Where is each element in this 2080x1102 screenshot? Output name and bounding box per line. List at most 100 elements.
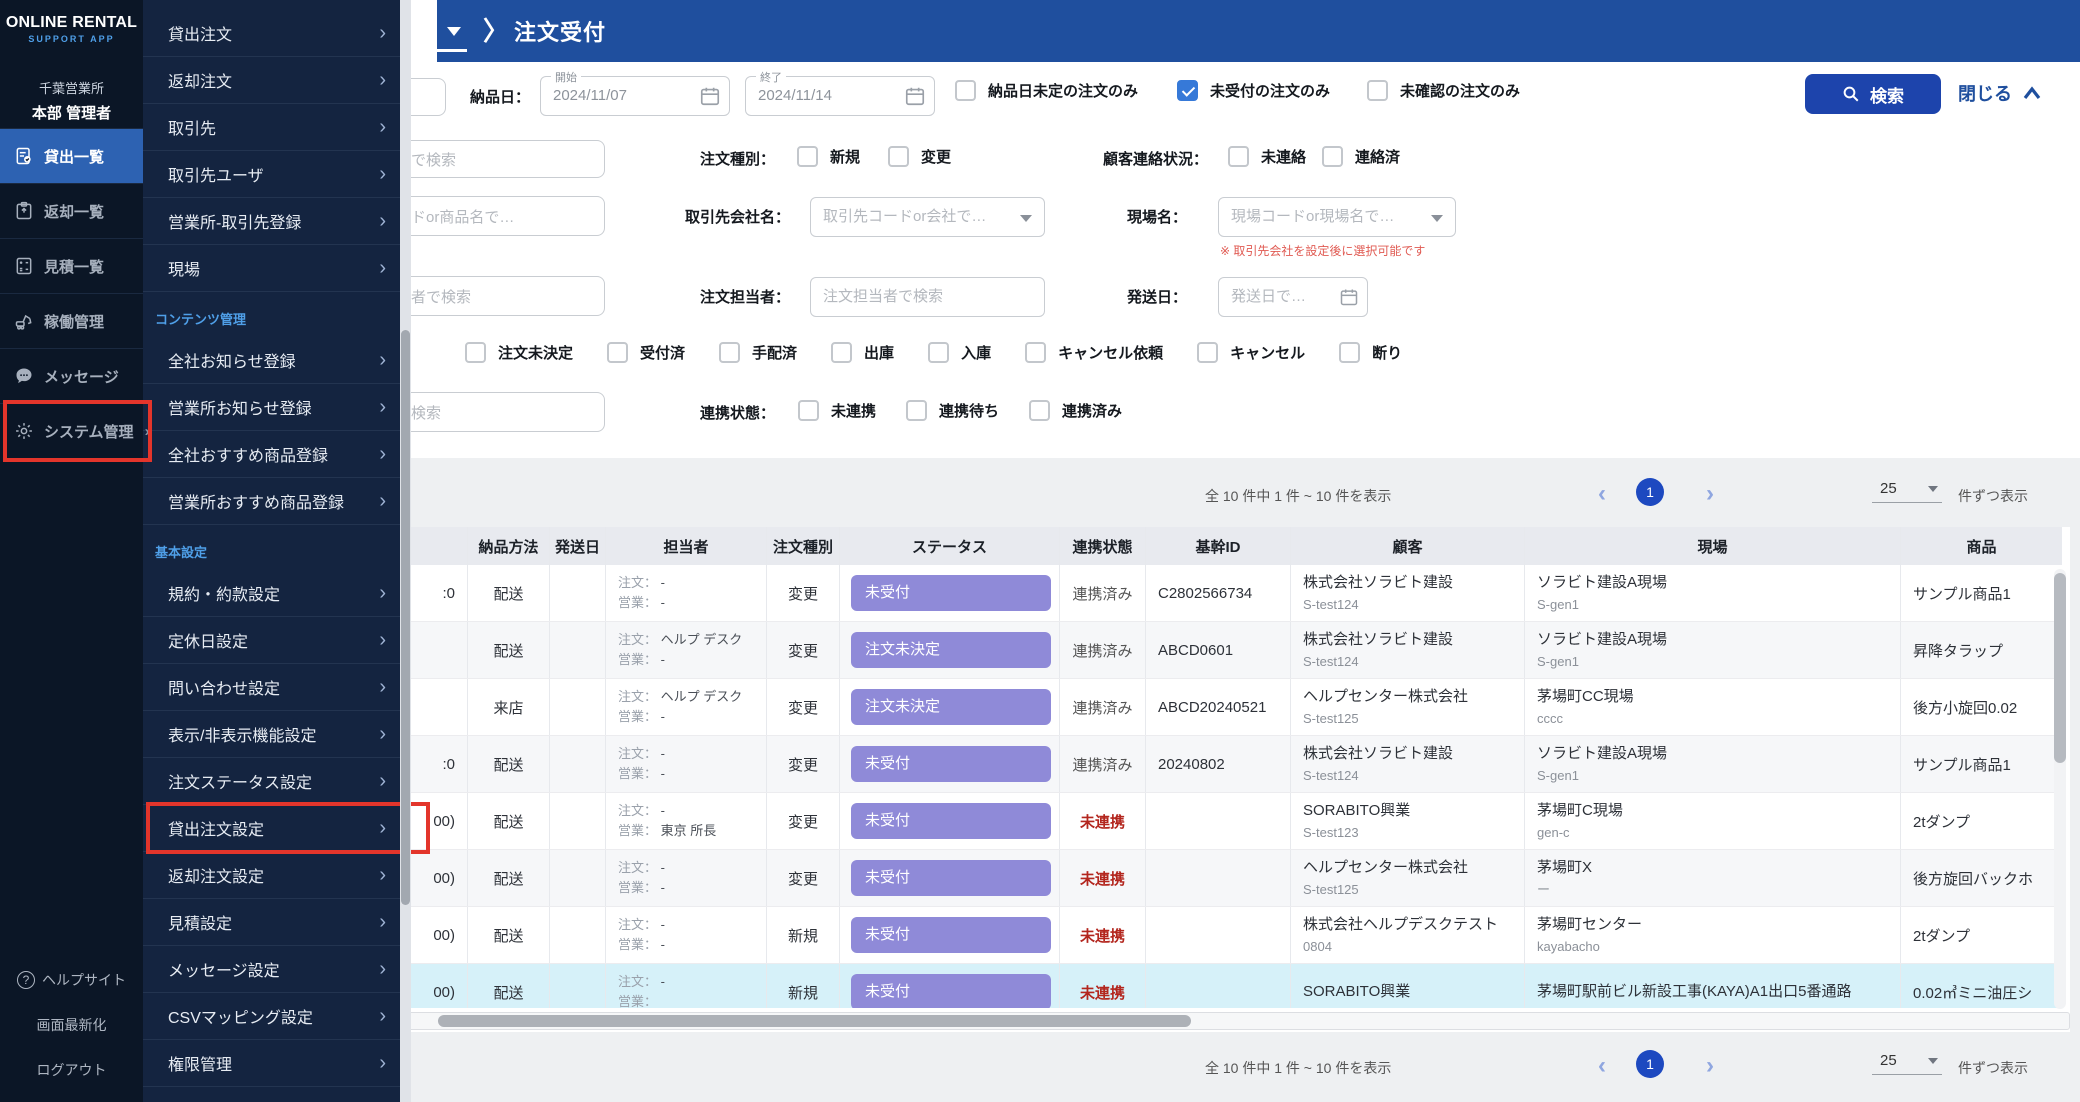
sidebar-item-lend-list[interactable]: 貸出一覧 <box>0 128 143 183</box>
table-vertical-scrollbar[interactable] <box>2054 569 2066 1009</box>
flyout-menu-item[interactable]: 規約・約款設定 › <box>143 570 400 617</box>
flyout-menu-item[interactable]: 返却注文 › <box>143 57 400 104</box>
next-page-button[interactable]: › <box>1706 1054 1714 1078</box>
status-checkbox[interactable]: 受付済 <box>607 342 685 363</box>
delivery-end-input[interactable]: 終了 2024/11/14 <box>745 69 935 116</box>
flyout-menu-item[interactable]: CSVマッピング設定 › <box>143 993 400 1040</box>
help-site-link[interactable]: ヘルプサイト <box>0 957 143 1002</box>
contact-status-checkbox[interactable]: 未連絡 <box>1228 146 1306 167</box>
status-checkbox[interactable]: 断り <box>1339 342 1402 363</box>
flyout-menu-item[interactable]: 返却注文設定 › <box>143 852 400 899</box>
search-button[interactable]: 検索 <box>1805 74 1941 114</box>
logout-link[interactable]: ログアウト <box>0 1047 143 1092</box>
person-order-label: 注文： <box>618 574 658 590</box>
status-badge[interactable]: 未受付 <box>851 974 1051 1008</box>
sidebar-item-operation[interactable]: 稼働管理 <box>0 293 143 348</box>
calendar-icon[interactable] <box>1339 287 1359 307</box>
calendar-icon[interactable] <box>904 85 926 107</box>
contact-status-checkbox[interactable]: 連絡済 <box>1322 146 1400 167</box>
chevron-right-icon: › <box>379 816 386 839</box>
prev-page-button[interactable]: ‹ <box>1598 482 1606 506</box>
flyout-menu-item[interactable]: 貸出注文 › <box>143 10 400 57</box>
flyout-menu-item[interactable]: 取引先ユーザ › <box>143 151 400 198</box>
current-page-button[interactable]: 1 <box>1636 478 1664 506</box>
table-row[interactable]: :0 配送 注文： - 営業： - 変更 未受付 連携済み <box>240 736 2062 793</box>
status-badge[interactable]: 未受付 <box>851 575 1051 611</box>
current-page-button[interactable]: 1 <box>1636 1050 1664 1078</box>
flyout-menu-item[interactable]: 見積設定 › <box>143 899 400 946</box>
status-checkbox[interactable]: 注文未決定 <box>465 342 573 363</box>
per-page-select-bottom[interactable]: 25 <box>1872 1052 1942 1075</box>
sidebar-item-estimate-list[interactable]: 見積一覧 <box>0 238 143 293</box>
link-status-checkbox[interactable]: 連携済み <box>1029 400 1122 421</box>
scrollbar-thumb[interactable] <box>438 1015 1191 1027</box>
flyout-item-label: 返却注文設定 <box>168 869 265 886</box>
table-row[interactable]: 00) 配送 注文： - 営業： 東京 所長 変更 未受付 未連携 SORABI… <box>240 793 2062 850</box>
order-person-input[interactable]: 注文担当者で検索 <box>810 277 1045 317</box>
chevron-right-icon: › <box>379 722 386 745</box>
chevron-right-icon: › <box>379 769 386 792</box>
flyout-menu-item[interactable]: 営業所-取引先登録 › <box>143 198 400 245</box>
flyout-menu-item[interactable]: 全社おすすめ商品登録 › <box>143 431 400 478</box>
flyout-menu-item[interactable]: メッセージ設定 › <box>143 946 400 993</box>
table-row[interactable]: 00) 配送 注文： - 営業： 新規 未受付 未連携 SORABITO興業 茅… <box>240 964 2062 1008</box>
sidebar-item-system-admin[interactable]: システム管理 › <box>0 400 152 462</box>
status-badge[interactable]: 未受付 <box>851 917 1051 953</box>
status-checkbox[interactable]: 出庫 <box>831 342 894 363</box>
site-name-select[interactable]: 現場コードor現場名で… <box>1218 197 1456 237</box>
scrollbar-thumb[interactable] <box>401 330 410 905</box>
table-header-row: 納品方法 発送日 担当者 注文種別 ステータス 連携状態 基幹ID 顧客 現場 … <box>240 527 2062 565</box>
status-badge[interactable]: 注文未決定 <box>851 632 1051 668</box>
checkbox-undated-orders[interactable]: 納品日未定の注文のみ <box>955 80 1138 101</box>
flyout-menu-item[interactable]: 表示/非表示機能設定 › <box>143 711 400 758</box>
status-badge[interactable]: 注文未決定 <box>851 689 1051 725</box>
calendar-icon[interactable] <box>699 85 721 107</box>
checkbox-unaccepted-orders[interactable]: 未受付の注文のみ <box>1177 80 1330 101</box>
status-checkbox[interactable]: 手配済 <box>719 342 797 363</box>
flyout-item-label: 表示/非表示機能設定 <box>168 728 317 745</box>
sidebar-item-return-list[interactable]: 返却一覧 <box>0 183 143 238</box>
sidebar-item-messages[interactable]: メッセージ <box>0 348 143 403</box>
status-checkbox[interactable]: キャンセル <box>1197 342 1305 363</box>
next-page-button[interactable]: › <box>1706 482 1714 506</box>
refresh-screen-link[interactable]: 画面最新化 <box>0 1002 143 1047</box>
table-row[interactable]: 00) 配送 注文： - 営業： - 新規 未受付 未連携 株式会社ヘルプデスク… <box>240 907 2062 964</box>
scrollbar-thumb[interactable] <box>2054 573 2066 763</box>
header-caret-down-icon[interactable] <box>447 27 461 36</box>
status-checkbox[interactable]: キャンセル依頼 <box>1025 342 1163 363</box>
flyout-scrollbar[interactable] <box>400 0 411 1102</box>
flyout-menu-item[interactable]: 貸出注文設定 › <box>143 802 430 854</box>
close-filter-button[interactable]: 閉じる <box>1958 80 2042 106</box>
status-badge[interactable]: 未受付 <box>851 803 1051 839</box>
link-status-checkbox[interactable]: 未連携 <box>798 400 876 421</box>
ship-date-input[interactable]: 発送日で… <box>1218 277 1368 317</box>
table-row[interactable]: 配送 注文： ヘルプ デスク 営業： - 変更 注文未決定 連携済み ABCD0… <box>240 622 2062 679</box>
cell-core-id <box>1145 793 1290 849</box>
table-row[interactable]: 来店 注文： ヘルプ デスク 営業： - 変更 注文未決定 連携済み ABCD2… <box>240 679 2062 736</box>
checkbox-label: 納品日未定の注文のみ <box>988 83 1139 100</box>
flyout-menu-item[interactable]: 営業所おすすめ商品登録 › <box>143 478 400 525</box>
order-type-checkbox[interactable]: 新規 <box>797 146 860 167</box>
flyout-menu-item[interactable]: 定休日設定 › <box>143 617 400 664</box>
flyout-menu-item[interactable]: 権限管理 › <box>143 1040 400 1087</box>
table-horizontal-scrollbar[interactable] <box>150 1012 2070 1030</box>
prev-page-button[interactable]: ‹ <box>1598 1054 1606 1078</box>
table-row[interactable]: :0 配送 注文： - 営業： - 変更 未受付 連携済み <box>240 565 2062 622</box>
status-badge[interactable]: 未受付 <box>851 860 1051 896</box>
flyout-menu-item[interactable]: 営業所お知らせ登録 › <box>143 384 400 431</box>
client-company-select[interactable]: 取引先コードor会社で… <box>810 197 1045 237</box>
checkbox-label: 未連携 <box>831 403 877 420</box>
delivery-start-input[interactable]: 開始 2024/11/07 <box>540 69 730 116</box>
table-row[interactable]: 00) 配送 注文： - 営業： - 変更 未受付 未連携 ヘルプセンター株式会… <box>240 850 2062 907</box>
link-status-checkbox[interactable]: 連携待ち <box>906 400 999 421</box>
flyout-menu-item[interactable]: 全社お知らせ登録 › <box>143 337 400 384</box>
flyout-menu-item[interactable]: 取引先 › <box>143 104 400 151</box>
flyout-menu-item[interactable]: 問い合わせ設定 › <box>143 664 400 711</box>
order-type-checkbox[interactable]: 変更 <box>888 146 951 167</box>
flyout-menu-item[interactable]: 現場 › <box>143 245 400 292</box>
status-checkbox[interactable]: 入庫 <box>928 342 991 363</box>
status-badge[interactable]: 未受付 <box>851 746 1051 782</box>
per-page-select-top[interactable]: 25 <box>1872 480 1942 503</box>
flyout-menu-item[interactable]: 注文ステータス設定 › <box>143 758 400 805</box>
checkbox-unconfirmed-orders[interactable]: 未確認の注文のみ <box>1367 80 1520 101</box>
